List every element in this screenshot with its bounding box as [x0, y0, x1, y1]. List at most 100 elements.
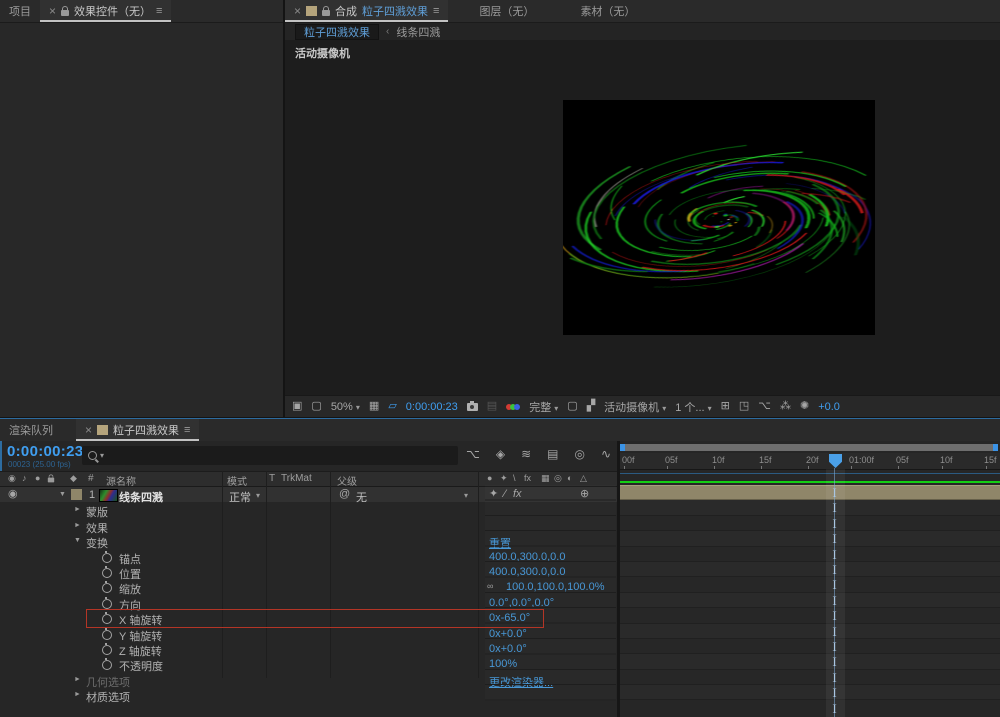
tab-effect-controls[interactable]: × 效果控件（无） ≡: [40, 0, 171, 22]
parent-pickwhip-icon[interactable]: @: [339, 489, 350, 500]
zoom-value: 50%: [331, 401, 353, 413]
stopwatch-icon[interactable]: [102, 583, 112, 593]
stopwatch-icon[interactable]: [102, 568, 112, 578]
column-divider[interactable]: [266, 471, 267, 678]
composition-viewport[interactable]: [563, 100, 875, 335]
stopwatch-icon[interactable]: [102, 645, 112, 655]
region-of-interest-icon[interactable]: ▢: [567, 401, 577, 412]
lock-icon[interactable]: [322, 10, 330, 16]
transparency-grid-icon[interactable]: ▞: [587, 401, 595, 412]
exposure-value[interactable]: +0.0: [818, 401, 840, 413]
track-row[interactable]: [620, 531, 1000, 546]
twirl-closed-icon[interactable]: ►: [74, 506, 81, 513]
grid-guides-icon[interactable]: ▦: [369, 401, 379, 412]
stopwatch-icon[interactable]: [102, 599, 112, 609]
work-area-start-handle[interactable]: [620, 444, 625, 451]
column-parent[interactable]: 父级: [337, 473, 357, 488]
frame-blend-icon[interactable]: ≋: [521, 448, 531, 460]
panel-menu-icon[interactable]: ≡: [156, 5, 162, 17]
column-mode[interactable]: 模式: [227, 473, 247, 488]
pixel-aspect-icon[interactable]: ⊞: [721, 401, 730, 412]
work-area-end-handle[interactable]: [993, 444, 998, 451]
twirl-open-icon[interactable]: ▼: [74, 537, 81, 544]
snapshot-icon[interactable]: [467, 403, 478, 411]
track-row[interactable]: [620, 624, 1000, 639]
track-row[interactable]: [620, 500, 1000, 515]
track-row[interactable]: [620, 593, 1000, 608]
ruler-tick: 15f: [984, 455, 997, 465]
show-snapshot-icon[interactable]: ▤: [487, 401, 497, 412]
timeline-search-box[interactable]: ▾: [82, 446, 458, 465]
track-row[interactable]: [620, 516, 1000, 531]
column-trkmat[interactable]: TrkMat: [281, 473, 312, 484]
cti-row-marker: I: [828, 671, 841, 684]
layer-label-swatch[interactable]: [71, 489, 82, 500]
stopwatch-icon[interactable]: [102, 614, 112, 624]
network-render-icon[interactable]: ⁂: [780, 401, 791, 412]
layer-twirl-icon[interactable]: ▼: [59, 491, 66, 498]
track-row[interactable]: [620, 639, 1000, 654]
exposure-reset-icon[interactable]: ✺: [800, 401, 809, 412]
hide-shy-icon[interactable]: ▤: [547, 448, 558, 460]
close-icon[interactable]: ×: [49, 4, 56, 18]
graph-editor-icon[interactable]: ∿: [601, 448, 611, 460]
tab-render-queue[interactable]: 渲染队列: [0, 419, 62, 441]
stopwatch-icon[interactable]: [102, 630, 112, 640]
panel-menu-icon[interactable]: ≡: [433, 5, 439, 17]
track-row[interactable]: [620, 608, 1000, 623]
tab-composition[interactable]: × 合成 粒子四溅效果 ≡: [285, 0, 448, 22]
column-divider[interactable]: [330, 471, 331, 678]
eye-toggle-icon[interactable]: ◉: [8, 489, 18, 500]
twirl-closed-icon[interactable]: ►: [74, 676, 81, 683]
tab-layer[interactable]: 图层（无）: [470, 0, 543, 22]
tab-project[interactable]: 项目: [0, 0, 40, 22]
timeline-left-pane: 0:00:00:23 00023 (25.00 fps) ▾ ⌥ ◈ ≋ ▤ ◎…: [0, 441, 617, 717]
cti-row-marker: I: [828, 501, 841, 514]
zoom-select[interactable]: 50% ▾: [331, 401, 360, 413]
preview-timecode[interactable]: 0:00:00:23: [406, 401, 458, 413]
column-divider[interactable]: [478, 471, 479, 678]
tab-timeline-comp[interactable]: × 粒子四溅效果 ≡: [76, 419, 199, 441]
cti-row-marker: I: [828, 702, 841, 715]
show-channel-icon[interactable]: [506, 404, 520, 410]
close-icon[interactable]: ×: [85, 423, 92, 437]
subtab-comp-active[interactable]: 粒子四溅效果: [295, 24, 379, 40]
ruler-tick: 05f: [665, 455, 678, 465]
current-timecode[interactable]: 0:00:00:23: [7, 443, 83, 460]
layer-duration-bar[interactable]: [620, 485, 1000, 500]
chevron-down-icon[interactable]: ▾: [256, 491, 260, 500]
lock-icon[interactable]: [61, 10, 69, 16]
view-layout-select[interactable]: 1 个... ▾: [675, 399, 711, 415]
fast-previews-icon[interactable]: ◳: [739, 401, 749, 412]
subtab-comp-other[interactable]: 线条四溅: [396, 24, 440, 40]
close-icon[interactable]: ×: [294, 4, 301, 18]
resolution-select[interactable]: 完整 ▾: [529, 399, 558, 415]
twirl-closed-icon[interactable]: ►: [74, 691, 81, 698]
track-row[interactable]: [620, 577, 1000, 592]
camera-view-select[interactable]: 活动摄像机 ▾: [604, 399, 666, 415]
chevron-down-icon[interactable]: ▾: [464, 491, 468, 500]
column-source-name[interactable]: 源名称: [106, 473, 136, 488]
track-row[interactable]: [620, 562, 1000, 577]
time-ruler[interactable]: 00f 05f 10f 15f 20f 01:00f 05f 10f 15f: [620, 453, 1000, 470]
mask-visibility-icon[interactable]: ▱: [388, 401, 396, 412]
twirl-closed-icon[interactable]: ►: [74, 522, 81, 529]
panel-menu-icon[interactable]: ≡: [184, 424, 190, 436]
search-input[interactable]: [107, 449, 452, 463]
always-preview-icon[interactable]: ▣: [292, 401, 302, 412]
track-row[interactable]: [620, 670, 1000, 685]
draft-3d-icon[interactable]: ◈: [496, 448, 505, 460]
track-row[interactable]: [620, 654, 1000, 669]
track-row[interactable]: [620, 547, 1000, 562]
column-divider[interactable]: [222, 471, 223, 678]
mini-flowchart-icon[interactable]: ⌥: [758, 401, 771, 412]
column-t[interactable]: T: [269, 473, 275, 484]
comp-flowchart-icon[interactable]: ⌥: [466, 448, 480, 460]
tab-footage[interactable]: 素材（无）: [571, 0, 644, 22]
stopwatch-icon[interactable]: [102, 553, 112, 563]
stopwatch-icon[interactable]: [102, 660, 112, 670]
work-area-bar[interactable]: [620, 444, 998, 451]
track-row[interactable]: [620, 685, 1000, 700]
motion-blur-icon[interactable]: ◎: [574, 448, 584, 460]
monitor-icon[interactable]: ▢: [311, 401, 321, 412]
